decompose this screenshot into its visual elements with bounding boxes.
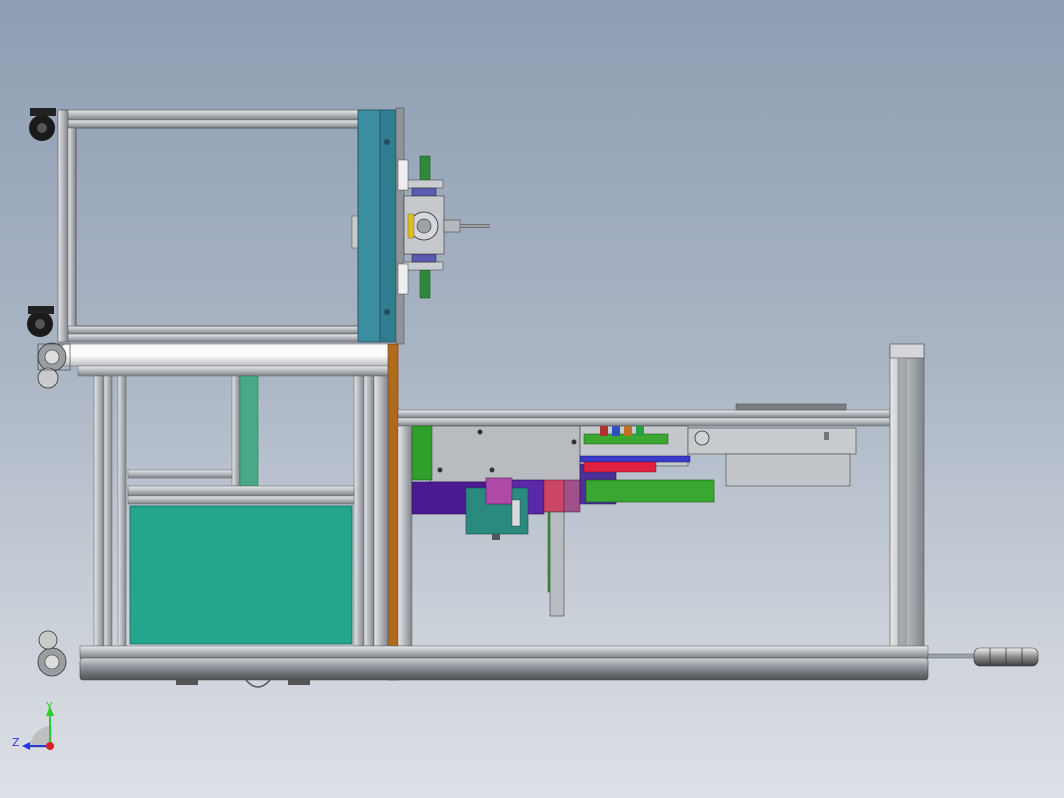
origin-dot-icon bbox=[46, 742, 54, 750]
triad-y-label: Y bbox=[45, 700, 53, 713]
cad-viewport[interactable]: Y Z bbox=[0, 0, 1064, 798]
blue-mounting-plate[interactable] bbox=[357, 107, 405, 345]
upper-frame[interactable] bbox=[57, 109, 404, 343]
spindle-assembly[interactable] bbox=[397, 155, 490, 299]
roller-end-cap-icon bbox=[37, 630, 67, 677]
handle-icon[interactable] bbox=[927, 647, 1039, 667]
caster-wheel-icon bbox=[27, 108, 56, 337]
teal-guard-panel[interactable] bbox=[129, 505, 353, 645]
orientation-triad: Y Z bbox=[12, 700, 54, 750]
triad-z-label: Z bbox=[12, 736, 20, 749]
upper-roller[interactable] bbox=[37, 342, 393, 389]
bronze-divider-strip bbox=[387, 343, 399, 681]
